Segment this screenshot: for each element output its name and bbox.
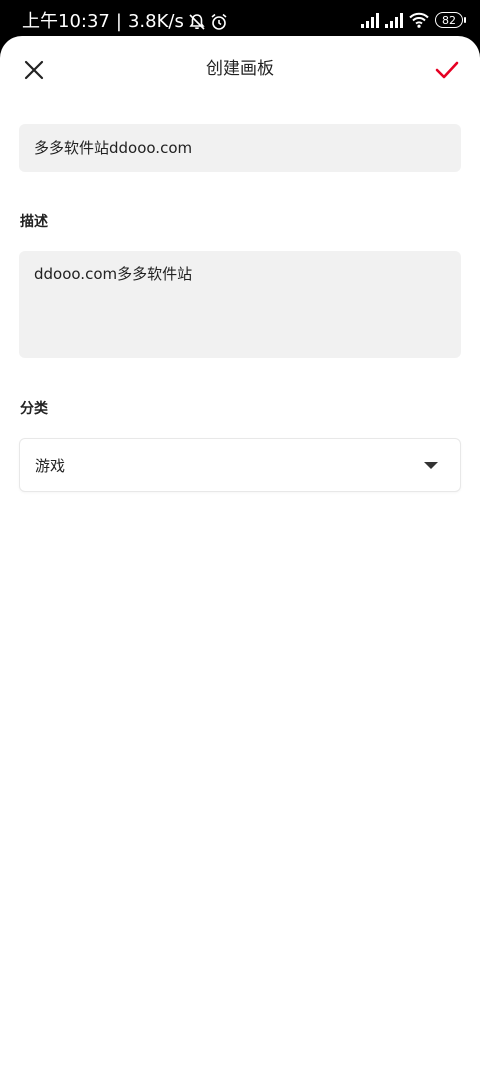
confirm-button[interactable] <box>430 54 464 86</box>
description-label: 描述 <box>20 214 48 230</box>
page-title: 创建画板 <box>206 59 274 79</box>
signal-icon <box>385 13 403 28</box>
battery-icon: 82 <box>435 12 463 28</box>
network-speed: 3.8K/s <box>127 11 184 32</box>
board-name-input[interactable]: 多多软件站ddooo.com <box>19 124 461 172</box>
battery-level: 82 <box>442 13 456 27</box>
battery-indicator: 82 <box>435 12 466 28</box>
status-left: 上午10:37 | 3.8K/s <box>22 10 228 34</box>
category-value: 游戏 <box>35 457 66 475</box>
board-name-value: 多多软件站ddooo.com <box>34 139 193 157</box>
wifi-icon <box>409 12 429 28</box>
check-icon <box>435 61 459 79</box>
create-board-sheet: 创建画板 多多软件站ddooo.com 描述 ddooo.com多多软件站 分类… <box>0 36 480 1067</box>
dropdown-arrow-icon <box>424 462 438 469</box>
category-label: 分类 <box>20 401 48 417</box>
description-value: ddooo.com多多软件站 <box>34 265 193 283</box>
status-separator: | <box>115 11 122 32</box>
description-input[interactable]: ddooo.com多多软件站 <box>19 251 461 358</box>
battery-tip <box>464 17 466 23</box>
status-right: 82 <box>361 12 466 28</box>
status-time: 上午10:37 <box>22 11 110 32</box>
alarm-icon <box>211 13 227 30</box>
mute-bell-icon <box>189 14 205 30</box>
category-select[interactable]: 游戏 <box>19 438 461 492</box>
header: 创建画板 <box>0 36 480 102</box>
signal-icon <box>361 13 379 28</box>
